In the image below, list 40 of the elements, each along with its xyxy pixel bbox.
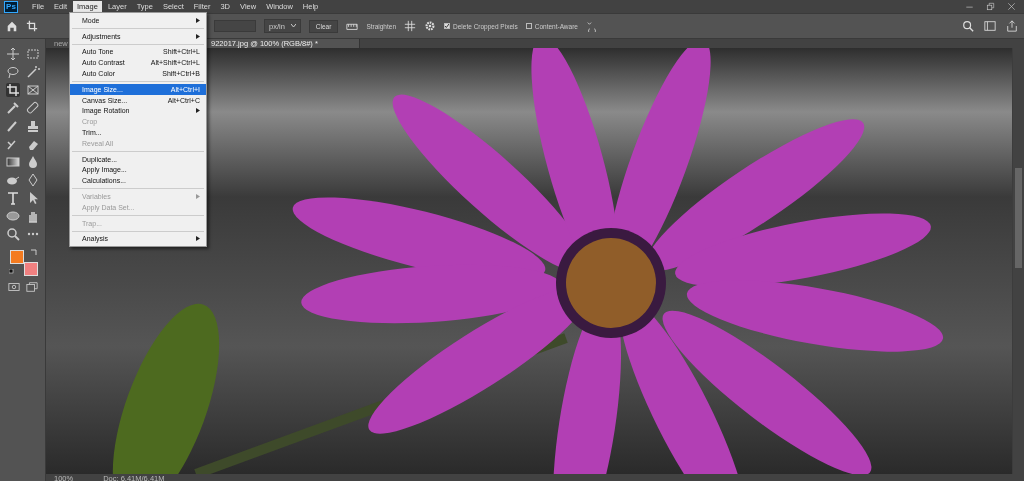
search-icon[interactable] [962, 20, 974, 32]
lasso-icon[interactable] [5, 65, 20, 79]
foreground-color-swatch[interactable] [9, 250, 24, 264]
submenu-arrow-icon [196, 236, 200, 242]
share-icon[interactable] [1006, 20, 1018, 32]
submenu-arrow-icon [196, 33, 200, 39]
screen-mode-icon[interactable] [25, 281, 38, 293]
workspace-icon[interactable] [984, 20, 996, 32]
close-icon[interactable] [1007, 2, 1016, 11]
ellipse-icon[interactable] [5, 209, 20, 223]
submenu-arrow-icon [196, 194, 200, 200]
checkbox[interactable] [444, 23, 451, 29]
caret-icon [290, 24, 296, 28]
swap-icon[interactable] [30, 249, 37, 255]
eyedropper-icon[interactable] [5, 101, 20, 115]
grid-icon[interactable] [404, 20, 417, 32]
brush-icon[interactable] [5, 119, 20, 133]
app-logo: Ps [4, 0, 18, 13]
stamp-icon[interactable] [25, 119, 40, 133]
reset-icon[interactable] [585, 20, 598, 32]
search-icon[interactable] [5, 227, 20, 241]
checkbox[interactable] [525, 23, 532, 29]
background-color-swatch[interactable] [23, 262, 38, 276]
default-colors-icon[interactable] [8, 269, 15, 275]
crop-icon[interactable] [26, 20, 38, 32]
bandage-icon[interactable] [25, 101, 40, 115]
restore-icon[interactable] [986, 2, 995, 11]
crop-icon[interactable] [5, 83, 20, 97]
settings-icon[interactable] [424, 20, 437, 32]
move-icon[interactable] [5, 47, 20, 61]
home-icon[interactable] [6, 20, 18, 32]
marquee-icon[interactable] [25, 47, 40, 61]
gradient-icon[interactable] [5, 155, 20, 169]
wand-icon[interactable] [25, 65, 40, 79]
submenu-arrow-icon [196, 108, 200, 114]
resolution-field[interactable] [214, 20, 256, 32]
quick-mask-icon[interactable] [7, 281, 20, 293]
type-icon[interactable] [5, 191, 20, 205]
submenu-arrow-icon [196, 17, 200, 23]
frame-icon[interactable] [25, 83, 40, 97]
